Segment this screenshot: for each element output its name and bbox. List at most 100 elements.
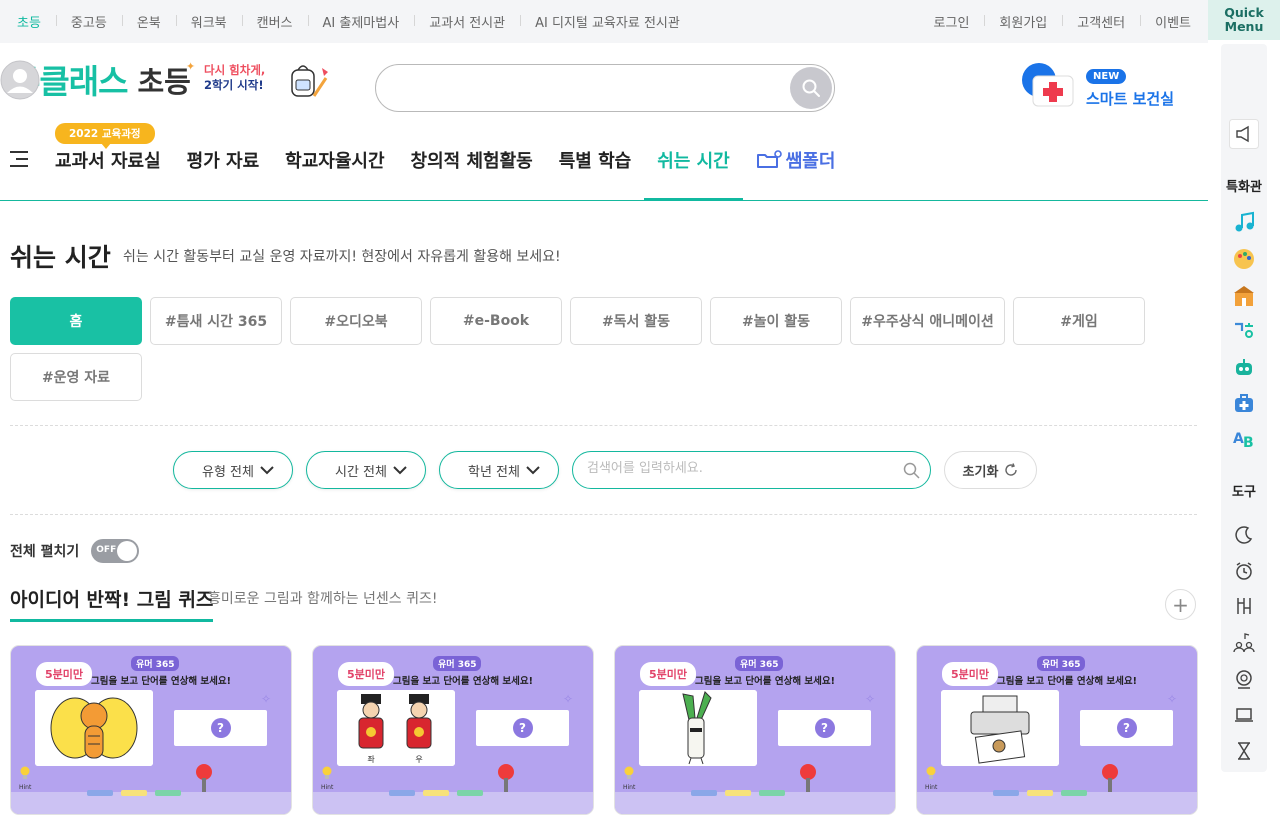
expand-all-toggle[interactable]: OFF — [91, 539, 140, 563]
quick-hangul[interactable] — [1229, 316, 1259, 346]
grade-select[interactable]: 학년 전체 — [439, 451, 559, 489]
nav-creative-activity[interactable]: 창의적 체험활동 — [398, 120, 546, 200]
utility-link-canvas[interactable]: 캔버스 — [241, 12, 308, 31]
more-button[interactable]: + — [1165, 589, 1196, 620]
quick-group-activity[interactable] — [1229, 628, 1259, 658]
refresh-icon — [1005, 463, 1018, 476]
chip-game[interactable]: #게임 — [1013, 297, 1145, 345]
utility-bar: 초등 중고등 온북 워크북 캔버스 AI 출제마법사 교과서 전시관 AI 디지… — [0, 0, 1208, 43]
user-avatar-icon[interactable] — [0, 60, 40, 100]
key-tile — [1061, 790, 1087, 796]
utility-link-elementary[interactable]: 초등 — [2, 12, 56, 31]
quick-music[interactable] — [1229, 207, 1259, 237]
joystick-icon — [498, 764, 514, 792]
signup-link[interactable]: 회원가입 — [984, 12, 1062, 31]
duration-badge: 5분미만 — [338, 662, 395, 686]
utility-link-workbook[interactable]: 워크북 — [175, 12, 242, 31]
login-link[interactable]: 로그인 — [919, 12, 985, 31]
chip-reading[interactable]: #독서 활동 — [570, 297, 702, 345]
joystick-icon — [1102, 764, 1118, 792]
nav-special-learning[interactable]: 특별 학습 — [546, 120, 645, 200]
time-select[interactable]: 시간 전체 — [306, 451, 426, 489]
lightbulb-icon[interactable] — [20, 766, 30, 780]
quick-ladder[interactable] — [1229, 591, 1259, 621]
type-select-value: 유형 전체 — [202, 464, 254, 480]
key-tile — [423, 790, 449, 796]
lightbulb-icon[interactable] — [322, 766, 332, 780]
divider — [10, 514, 1197, 515]
nav-school-autonomy[interactable]: 학교자율시간 — [272, 120, 397, 200]
quick-robot[interactable] — [1229, 352, 1259, 382]
chip-space-animation[interactable]: #우주상식 애니메이션 — [850, 297, 1005, 345]
nav-assessment[interactable]: 평가 자료 — [174, 120, 273, 200]
utility-link-onbook[interactable]: 온북 — [121, 12, 176, 31]
utility-link-secondary[interactable]: 중고등 — [55, 12, 122, 31]
chip-audiobook[interactable]: #오디오북 — [290, 297, 422, 345]
hourglass-icon — [1238, 742, 1250, 760]
sparkle-icon: ✧ — [261, 692, 272, 706]
key-tile — [1027, 790, 1053, 796]
question-mark-icon: ? — [814, 718, 835, 738]
promo-banner[interactable]: ✦ 다시 힘차게, 2학기 시작! — [184, 58, 334, 108]
palette-icon — [1234, 249, 1254, 269]
nav-ssam-folder-label: 쌤폴더 — [785, 151, 836, 172]
reset-button[interactable]: 초기화 — [944, 451, 1037, 489]
search-button[interactable] — [790, 67, 832, 109]
quick-night-mode[interactable] — [1229, 520, 1259, 550]
joystick-icon — [196, 764, 212, 792]
chip-play[interactable]: #놀이 활동 — [710, 297, 842, 345]
quick-timer[interactable] — [1229, 556, 1259, 586]
card-floor — [615, 792, 895, 814]
quick-menu-header: Quick Menu — [1208, 0, 1280, 40]
nav-break-time[interactable]: 쉬는 시간 — [644, 120, 743, 201]
quick-health[interactable] — [1229, 388, 1259, 418]
quick-school[interactable] — [1229, 281, 1259, 311]
chip-operation[interactable]: #운영 자료 — [10, 353, 142, 401]
chip-ebook[interactable]: #e-Book — [430, 297, 562, 345]
sparkle-icon: ✧ — [1167, 692, 1178, 706]
quick-roulette[interactable] — [1229, 664, 1259, 694]
keyword-search-input[interactable] — [587, 461, 887, 476]
music-note-icon — [1235, 211, 1254, 232]
utility-link-ai-quiz[interactable]: AI 출제마법사 — [307, 12, 415, 31]
card-instruction: 그림을 보고 단어를 연상해 보세요! — [997, 676, 1137, 687]
card-instruction: 그림을 보고 단어를 연상해 보세요! — [91, 676, 231, 687]
key-tile — [759, 790, 785, 796]
divider — [10, 425, 1197, 426]
smart-clinic-link[interactable]: NEW 스마트 보건실 — [1019, 62, 1179, 110]
series-badge: 유머 365 — [1037, 656, 1086, 671]
utility-link-ai-digital-hall[interactable]: AI 디지털 교육자료 전시관 — [520, 12, 695, 31]
main-search[interactable] — [375, 64, 835, 112]
chip-spare-time-365[interactable]: #틈새 시간 365 — [150, 297, 282, 345]
quick-hourglass[interactable] — [1229, 736, 1259, 766]
quiz-card[interactable]: 5분미만 유머 365 그림을 보고 단어를 연상해 보세요! ? ✧ Hint — [916, 645, 1198, 815]
quiz-card[interactable]: 5분미만 유머 365 그림을 보고 단어를 연상해 보세요! 좌 우 ? ✧ … — [312, 645, 594, 815]
quick-art[interactable] — [1229, 244, 1259, 274]
lightbulb-icon[interactable] — [624, 766, 634, 780]
type-select[interactable]: 유형 전체 — [173, 451, 293, 489]
laptop-icon — [1235, 708, 1253, 722]
announcement-button[interactable] — [1229, 119, 1259, 149]
folder-icon — [756, 150, 782, 168]
quick-board[interactable] — [1229, 700, 1259, 730]
key-tile — [121, 790, 147, 796]
hamburger-menu-icon[interactable] — [10, 150, 30, 168]
sparkle-icon: ✧ — [865, 692, 876, 706]
lightbulb-icon[interactable] — [926, 766, 936, 780]
utility-links-left: 초등 중고등 온북 워크북 캔버스 AI 출제마법사 교과서 전시관 AI 디지… — [2, 0, 695, 43]
chip-home[interactable]: 홈 — [10, 297, 142, 345]
nav-ssam-folder[interactable]: 쌤폴더 — [743, 120, 849, 200]
quick-menu-title-1: Quick — [1224, 5, 1264, 20]
search-icon[interactable] — [903, 462, 920, 479]
section-description: 흥미로운 그림과 함께하는 넌센스 퀴즈! — [208, 591, 438, 607]
quiz-card[interactable]: 5분미만 유머 365 그림을 보고 단어를 연상해 보세요! ? ✧ Hint — [10, 645, 292, 815]
nav-textbook-room[interactable]: 교과서 자료실 — [42, 120, 174, 200]
customer-center-link[interactable]: 고객센터 — [1062, 12, 1140, 31]
series-badge: 유머 365 — [433, 656, 482, 671]
ladder-icon — [1237, 598, 1251, 614]
event-link[interactable]: 이벤트 — [1140, 12, 1206, 31]
quick-english[interactable]: AB — [1229, 423, 1259, 453]
quiz-card[interactable]: 5분미만 유머 365 그림을 보고 단어를 연상해 보세요! ? ✧ Hint — [614, 645, 896, 815]
search-icon — [802, 79, 820, 97]
utility-link-textbook-hall[interactable]: 교과서 전시관 — [414, 12, 520, 31]
